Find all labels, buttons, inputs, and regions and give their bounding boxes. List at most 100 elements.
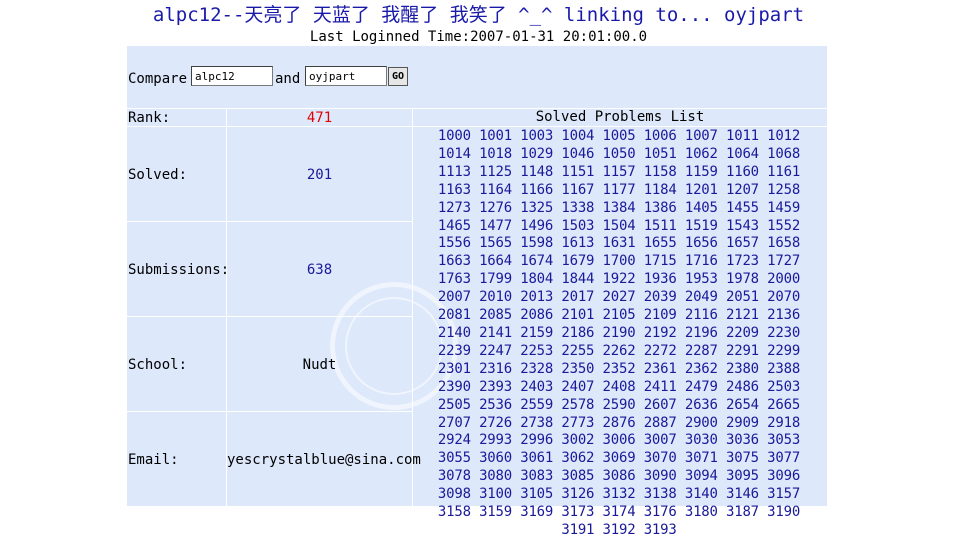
problem-link[interactable]: 1519 <box>685 218 718 234</box>
problem-link[interactable]: 2486 <box>726 379 759 395</box>
problem-link[interactable]: 2993 <box>479 432 512 448</box>
problem-link[interactable]: 3055 <box>438 450 471 466</box>
problem-link[interactable]: 2253 <box>520 343 553 359</box>
go-button[interactable]: GO <box>388 67 408 86</box>
problem-link[interactable]: 2996 <box>520 432 553 448</box>
problem-link[interactable]: 1727 <box>767 253 800 269</box>
problem-link[interactable]: 2393 <box>479 379 512 395</box>
problem-link[interactable]: 1325 <box>520 200 553 216</box>
problem-link[interactable]: 2196 <box>685 325 718 341</box>
problem-link[interactable]: 3132 <box>603 486 636 502</box>
problem-link[interactable]: 3080 <box>479 468 512 484</box>
problem-link[interactable]: 1552 <box>767 218 800 234</box>
problem-link[interactable]: 1655 <box>644 235 677 251</box>
problem-link[interactable]: 1338 <box>561 200 594 216</box>
problem-link[interactable]: 1167 <box>561 182 594 198</box>
problem-link[interactable]: 2159 <box>520 325 553 341</box>
problem-link[interactable]: 2362 <box>685 361 718 377</box>
problem-link[interactable]: 1503 <box>561 218 594 234</box>
problem-link[interactable]: 1631 <box>603 235 636 251</box>
problem-link[interactable]: 3157 <box>767 486 800 502</box>
problem-link[interactable]: 3060 <box>479 450 512 466</box>
submissions-value[interactable]: 638 <box>227 261 412 279</box>
problem-link[interactable]: 1496 <box>520 218 553 234</box>
problem-link[interactable]: 1159 <box>685 164 718 180</box>
problem-link[interactable]: 2051 <box>726 289 759 305</box>
problem-link[interactable]: 2116 <box>685 307 718 323</box>
problem-link[interactable]: 1598 <box>520 235 553 251</box>
problem-link[interactable]: 1163 <box>438 182 471 198</box>
problem-link[interactable]: 1763 <box>438 271 471 287</box>
problem-link[interactable]: 2408 <box>603 379 636 395</box>
problem-link[interactable]: 2361 <box>644 361 677 377</box>
problem-link[interactable]: 3138 <box>644 486 677 502</box>
problem-link[interactable]: 2287 <box>685 343 718 359</box>
problem-link[interactable]: 2007 <box>438 289 471 305</box>
problem-link[interactable]: 1465 <box>438 218 471 234</box>
problem-link[interactable]: 2141 <box>479 325 512 341</box>
problem-link[interactable]: 1201 <box>685 182 718 198</box>
problem-link[interactable]: 2000 <box>767 271 800 287</box>
problem-link[interactable]: 1166 <box>520 182 553 198</box>
problem-link[interactable]: 3105 <box>520 486 553 502</box>
problem-link[interactable]: 3095 <box>726 468 759 484</box>
problem-link[interactable]: 2121 <box>726 307 759 323</box>
problem-link[interactable]: 1005 <box>603 128 636 144</box>
problem-link[interactable]: 2909 <box>726 415 759 431</box>
problem-link[interactable]: 3174 <box>603 504 636 520</box>
problem-link[interactable]: 1477 <box>479 218 512 234</box>
problem-link[interactable]: 1700 <box>603 253 636 269</box>
problem-link[interactable]: 1004 <box>561 128 594 144</box>
problem-link[interactable]: 2136 <box>767 307 800 323</box>
problem-link[interactable]: 1184 <box>644 182 677 198</box>
problem-link[interactable]: 2403 <box>520 379 553 395</box>
problem-link[interactable]: 2607 <box>644 397 677 413</box>
problem-link[interactable]: 2411 <box>644 379 677 395</box>
problem-link[interactable]: 2726 <box>479 415 512 431</box>
problem-link[interactable]: 1068 <box>767 146 800 162</box>
problem-link[interactable]: 3100 <box>479 486 512 502</box>
problem-link[interactable]: 1160 <box>726 164 759 180</box>
problem-link[interactable]: 1051 <box>644 146 677 162</box>
problem-link[interactable]: 1177 <box>603 182 636 198</box>
problem-link[interactable]: 1978 <box>726 271 759 287</box>
problem-link[interactable]: 3062 <box>561 450 594 466</box>
problem-link[interactable]: 1455 <box>726 200 759 216</box>
problem-link[interactable]: 1936 <box>644 271 677 287</box>
problem-link[interactable]: 3070 <box>644 450 677 466</box>
problem-link[interactable]: 3053 <box>767 432 800 448</box>
problem-link[interactable]: 3176 <box>644 504 677 520</box>
problem-link[interactable]: 1715 <box>644 253 677 269</box>
problem-link[interactable]: 1164 <box>479 182 512 198</box>
problem-link[interactable]: 1716 <box>685 253 718 269</box>
problem-link[interactable]: 2503 <box>767 379 800 395</box>
problem-link[interactable]: 1674 <box>520 253 553 269</box>
problem-link[interactable]: 1656 <box>685 235 718 251</box>
problem-link[interactable]: 1384 <box>603 200 636 216</box>
problem-link[interactable]: 1006 <box>644 128 677 144</box>
problem-link[interactable]: 1258 <box>767 182 800 198</box>
problem-link[interactable]: 1459 <box>767 200 800 216</box>
problem-link[interactable]: 1014 <box>438 146 471 162</box>
problem-link[interactable]: 2010 <box>479 289 512 305</box>
compare-user1-input[interactable] <box>191 66 273 86</box>
problem-link[interactable]: 3002 <box>561 432 594 448</box>
problem-link[interactable]: 3098 <box>438 486 471 502</box>
problem-link[interactable]: 2255 <box>561 343 594 359</box>
problem-link[interactable]: 3187 <box>726 504 759 520</box>
problem-link[interactable]: 2190 <box>603 325 636 341</box>
problem-link[interactable]: 3085 <box>561 468 594 484</box>
problem-link[interactable]: 2070 <box>767 289 800 305</box>
problem-link[interactable]: 2316 <box>479 361 512 377</box>
problem-link[interactable]: 2081 <box>438 307 471 323</box>
problem-link[interactable]: 1804 <box>520 271 553 287</box>
problem-link[interactable]: 3193 <box>644 522 677 538</box>
problem-link[interactable]: 1543 <box>726 218 759 234</box>
problem-link[interactable]: 2352 <box>603 361 636 377</box>
problem-link[interactable]: 1001 <box>479 128 512 144</box>
problem-link[interactable]: 3140 <box>685 486 718 502</box>
problem-link[interactable]: 1207 <box>726 182 759 198</box>
problem-link[interactable]: 3061 <box>520 450 553 466</box>
problem-link[interactable]: 1007 <box>685 128 718 144</box>
problem-link[interactable]: 3086 <box>603 468 636 484</box>
